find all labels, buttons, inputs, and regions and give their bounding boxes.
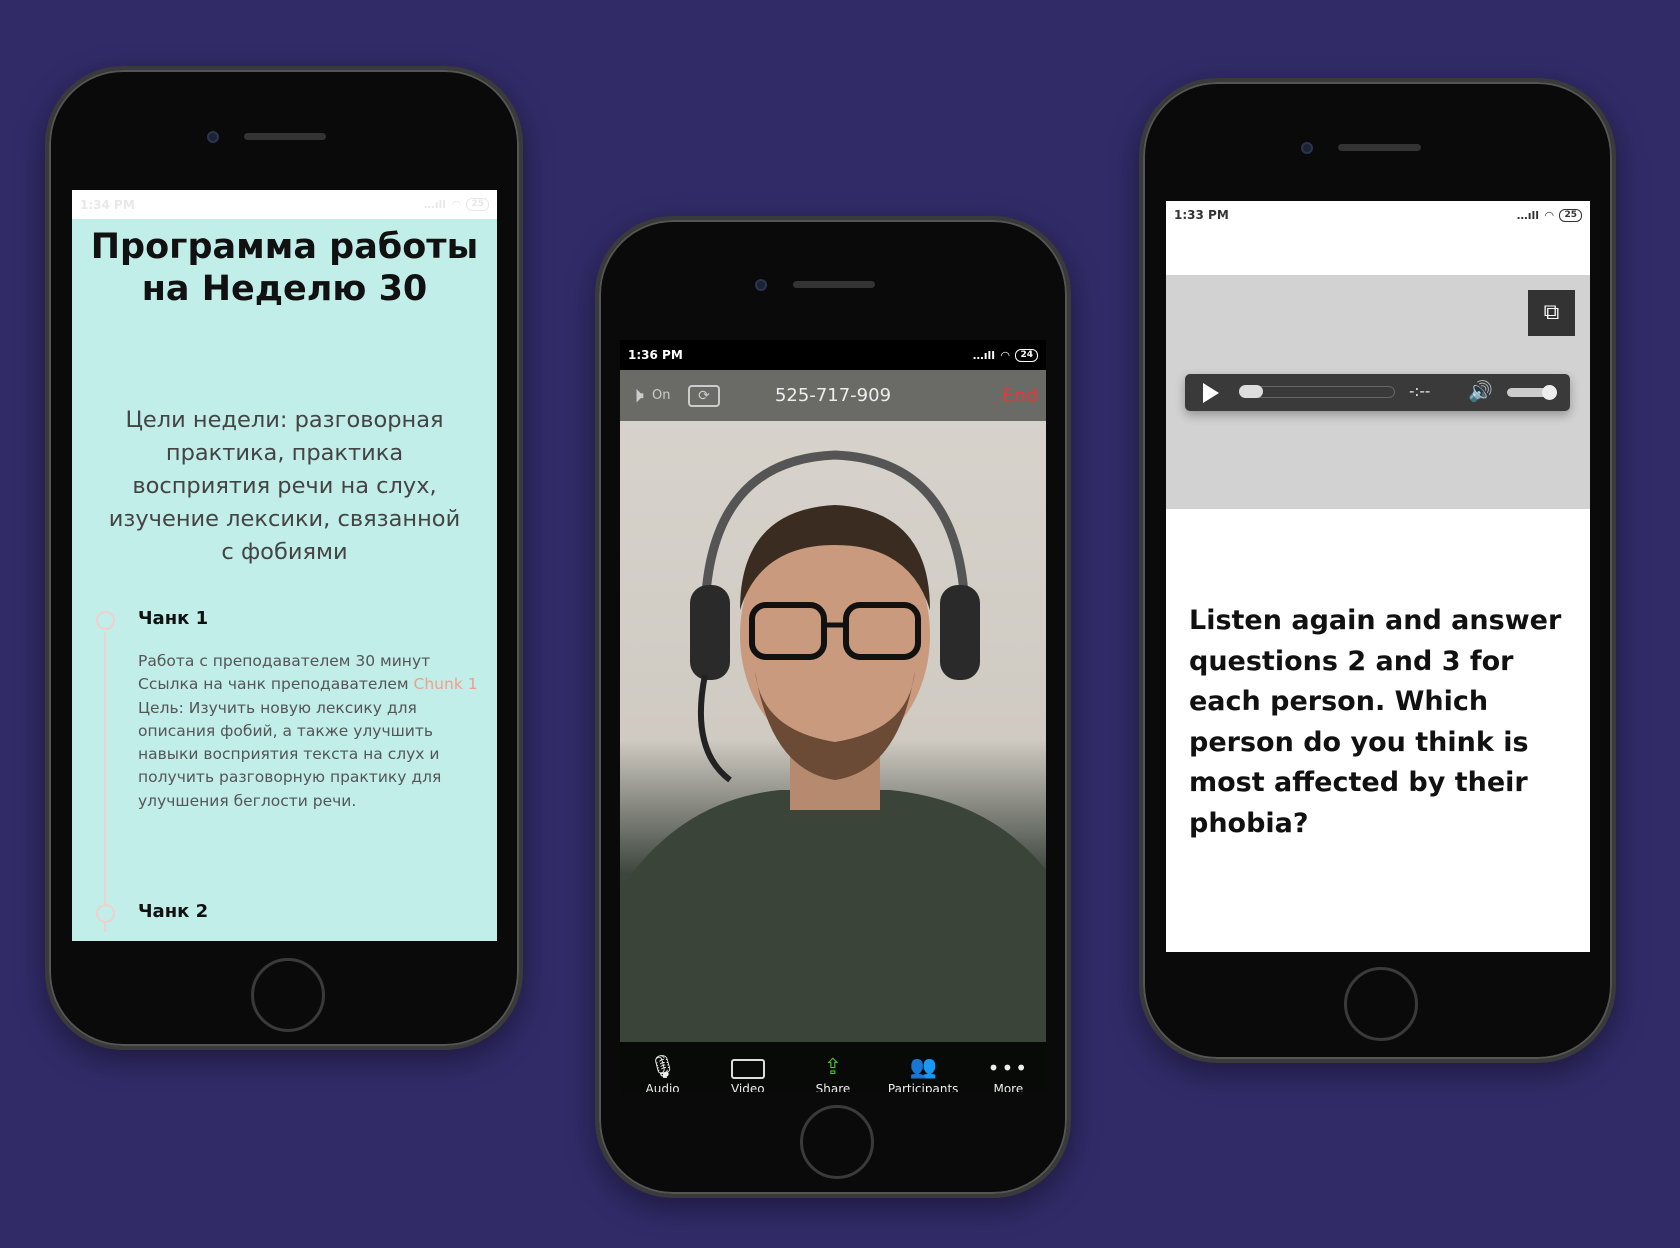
question-text: Listen again and answer questions 2 and … <box>1189 605 1562 839</box>
volume-icon[interactable]: 🔊 <box>1468 379 1493 403</box>
timeline-line <box>104 632 106 932</box>
time-display: -:-- <box>1409 382 1431 400</box>
toolbar-participants[interactable]: 👥 Participants <box>883 1054 963 1092</box>
volume-handle[interactable] <box>1542 385 1557 400</box>
middle-phone: 1:36 PM …ıll ◠ 24 🕨 On ⟳ 525-717-909 End… <box>595 216 1071 1198</box>
signal-icon: …ıll <box>1516 208 1539 222</box>
toolbar-label: More <box>993 1082 1024 1092</box>
share-icon: ⇪ <box>823 1055 843 1080</box>
toolbar-share[interactable]: ⇪ Share <box>798 1054 868 1092</box>
play-button[interactable] <box>1203 383 1219 403</box>
meeting-id: 525-717-909 <box>774 385 892 406</box>
status-time: 1:36 PM <box>628 348 683 362</box>
front-camera-icon <box>1301 142 1313 154</box>
seek-bar[interactable] <box>1239 385 1395 398</box>
end-button[interactable]: End <box>1002 385 1038 407</box>
audio-embed-area: ⧉ -:-- 🔊 <box>1166 275 1590 509</box>
home-button[interactable] <box>800 1105 874 1179</box>
left-screen: 1:34 PM …ıll ◠ 25 Программа работы на Неде… <box>72 190 497 941</box>
front-camera-icon <box>207 131 219 143</box>
status-bar: 1:33 PM …ıll ◠ 25 <box>1166 201 1590 229</box>
participants-icon: 👥 <box>909 1055 937 1080</box>
right-screen: 1:33 PM …ıll ◠ 25 ⧉ -:-- 🔊 Listen again an… <box>1166 201 1590 952</box>
wifi-icon: ◠ <box>1001 348 1010 362</box>
week-goals: Цели недели: разговорная практика, практ… <box>108 407 461 565</box>
timeline-dot <box>96 904 115 923</box>
wifi-icon: ◠ <box>1545 208 1554 222</box>
status-time: 1:34 PM <box>80 197 135 212</box>
page-title: Программа работы на Неделю 30 <box>72 226 497 310</box>
chunk-1-duration: Работа с преподавателем 30 минут <box>138 652 431 670</box>
chunk-1-link-row: Ссылка на чанк преподавателем Chunk 1 <box>138 673 483 696</box>
chunk-1-link-prefix: Ссылка на чанк преподавателем <box>138 675 414 694</box>
open-external-button[interactable]: ⧉ <box>1528 290 1575 336</box>
toolbar-label: Share <box>815 1082 851 1092</box>
audio-player: -:-- 🔊 <box>1185 374 1570 411</box>
signal-icon: …ıll <box>972 348 995 362</box>
volume-slider[interactable] <box>1507 385 1557 400</box>
video-camera-icon <box>730 1059 765 1079</box>
toolbar-audio[interactable]: 🎙 Audio <box>628 1054 698 1092</box>
toolbar-label: Audio <box>645 1082 680 1092</box>
microphone-icon: 🎙 <box>648 1055 677 1080</box>
chunk-1-goal: Цель: Изучить новую лексику для описания… <box>138 698 442 810</box>
title-line-1: Программа работы <box>90 227 479 267</box>
earpiece-speaker <box>793 281 875 288</box>
chunk-1-label: Чанк 1 <box>138 608 209 629</box>
status-bar: 1:36 PM …ıll ◠ 24 <box>620 340 1046 370</box>
meeting-toolbar: 🎙 Audio Video ⇪ Share 👥 Participants ••• Mor… <box>620 1042 1046 1092</box>
seek-handle[interactable] <box>1239 385 1263 398</box>
earpiece-speaker <box>1338 144 1421 151</box>
video-feed <box>620 370 1046 1042</box>
earpiece-speaker <box>244 133 326 140</box>
battery-icon: 25 <box>1559 208 1582 222</box>
status-time: 1:33 PM <box>1174 208 1229 222</box>
battery-icon: 25 <box>466 198 489 211</box>
home-button[interactable] <box>1344 967 1418 1041</box>
toolbar-label: Participants <box>887 1082 959 1092</box>
status-bar: 1:34 PM …ıll ◠ 25 <box>72 190 497 219</box>
more-icon: ••• <box>987 1056 1030 1080</box>
middle-screen: 1:36 PM …ıll ◠ 24 🕨 On ⟳ 525-717-909 End… <box>620 340 1046 1092</box>
meeting-top-bar: 🕨 On ⟳ 525-717-909 End <box>620 370 1046 421</box>
participant-video-image <box>620 450 1046 1042</box>
front-camera-icon <box>755 279 767 291</box>
home-button[interactable] <box>251 958 325 1032</box>
wifi-icon: ◠ <box>452 198 461 211</box>
toolbar-more[interactable]: ••• More <box>978 1054 1038 1092</box>
chunk-2-label: Чанк 2 <box>138 901 209 922</box>
timeline-dot <box>96 611 115 630</box>
chunk-1-details: Работа с преподавателем 30 минут Ссылка … <box>138 650 483 813</box>
right-phone: 1:33 PM …ıll ◠ 25 ⧉ -:-- 🔊 Listen again an… <box>1139 78 1616 1063</box>
title-line-2: на Неделю 30 <box>141 269 428 309</box>
chunk-1-link[interactable]: Chunk 1 <box>414 675 478 693</box>
toolbar-video[interactable]: Video <box>713 1056 783 1092</box>
left-phone: 1:34 PM …ıll ◠ 25 Программа работы на Неде… <box>45 66 523 1050</box>
toolbar-label: Video <box>730 1082 765 1092</box>
signal-icon: …ıll <box>423 198 446 211</box>
battery-icon: 24 <box>1015 348 1038 362</box>
